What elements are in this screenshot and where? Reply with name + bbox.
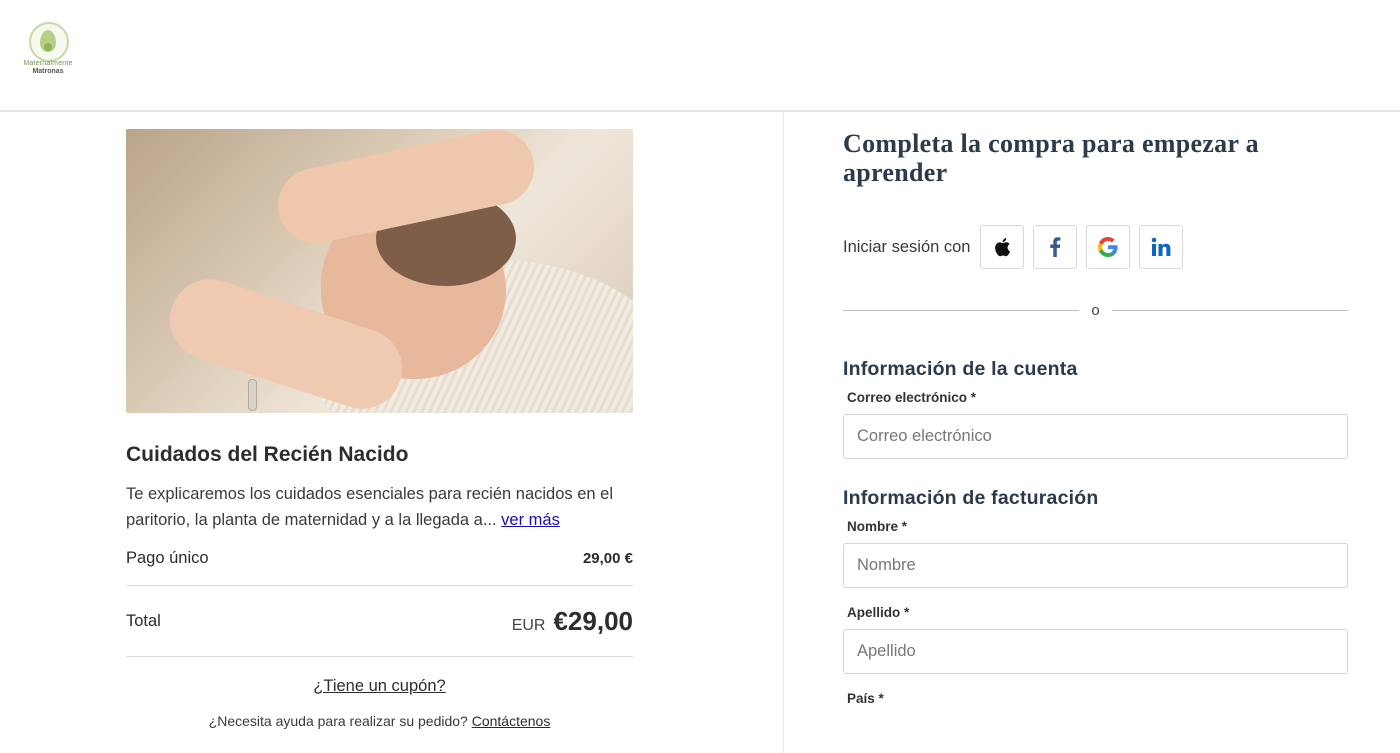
or-text: o: [1091, 301, 1100, 319]
see-more-link[interactable]: ver más: [501, 511, 560, 529]
top-header: Maternalmente Matronas: [0, 0, 1400, 112]
or-divider: o: [843, 300, 1348, 320]
payment-price: 29,00 €: [582, 549, 633, 567]
first-name-input[interactable]: [843, 543, 1348, 588]
product-description: Te explicaremos los cuidados esenciales …: [126, 481, 633, 533]
google-signin-button[interactable]: [1086, 225, 1131, 269]
linkedin-signin-button[interactable]: [1139, 225, 1184, 269]
checkout-form: Completa la compra para empezar a aprend…: [843, 129, 1348, 706]
contact-link[interactable]: Contáctenos: [472, 713, 551, 729]
google-icon: [1098, 237, 1119, 257]
brand-logo[interactable]: Maternalmente Matronas: [14, 22, 82, 78]
account-section-heading: Información de la cuenta: [843, 358, 1078, 380]
total-row: Total EUR €29,00: [126, 586, 633, 657]
apple-icon: [995, 238, 1011, 257]
apple-signin-button[interactable]: [980, 225, 1025, 269]
total-value: €29,00: [553, 605, 633, 636]
logo-mark-icon: [29, 22, 69, 62]
facebook-signin-button[interactable]: [1033, 225, 1078, 269]
coupon-link[interactable]: ¿Tiene un cupón?: [126, 677, 633, 696]
logo-text-secondary: Matronas: [32, 68, 64, 75]
last-name-input[interactable]: [843, 629, 1348, 674]
checkout-title: Completa la compra para empezar a aprend…: [843, 129, 1259, 187]
help-text: ¿Necesita ayuda para realizar su pedido?…: [126, 713, 633, 729]
email-label: Correo electrónico *: [847, 390, 977, 405]
order-summary: Cuidados del Recién Nacido Te explicarem…: [126, 129, 633, 729]
product-title: Cuidados del Recién Nacido: [126, 443, 409, 466]
column-divider: [783, 112, 784, 753]
social-signin-row: Iniciar sesión con: [843, 224, 1348, 270]
first-name-label: Nombre *: [847, 519, 908, 534]
total-currency: EUR: [511, 616, 546, 634]
total-label: Total: [126, 611, 161, 630]
linkedin-icon: [1152, 237, 1171, 256]
logo-text-primary: Maternalmente: [23, 60, 73, 67]
last-name-label: Apellido *: [847, 605, 910, 620]
payment-row: Pago único 29,00 €: [126, 541, 633, 586]
help-text-label: ¿Necesita ayuda para realizar su pedido?: [208, 713, 468, 729]
email-input[interactable]: [843, 414, 1348, 459]
payment-label: Pago único: [126, 548, 209, 567]
facebook-icon: [1050, 237, 1061, 257]
billing-section-heading: Información de facturación: [843, 487, 1099, 509]
country-label: País *: [847, 691, 884, 706]
total-amount: EUR €29,00: [512, 606, 633, 637]
product-image: [126, 129, 633, 413]
signin-label: Iniciar sesión con: [843, 237, 971, 256]
